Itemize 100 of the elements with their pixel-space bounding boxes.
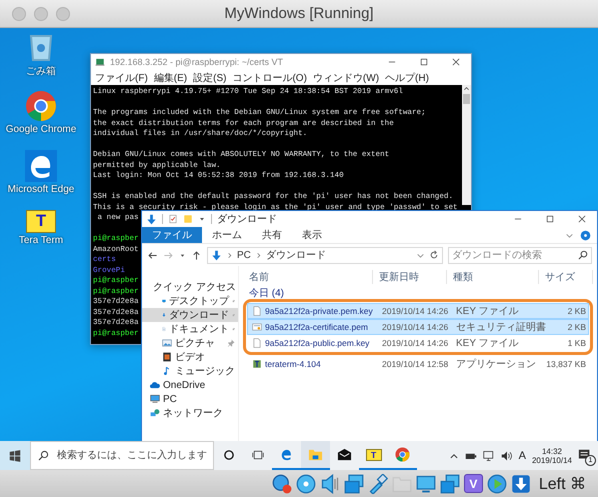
sidebar-item[interactable]: ドキュメント xyxy=(142,322,238,336)
search-field[interactable]: ダウンロードの検索 xyxy=(448,246,592,264)
browser-icon xyxy=(279,447,294,462)
sidebar-item[interactable]: OneDrive xyxy=(142,378,238,392)
close-icon[interactable] xyxy=(577,214,587,224)
folder-icon xyxy=(308,447,323,462)
chevron-icon xyxy=(254,252,262,258)
sidebar-item[interactable]: ビデオ xyxy=(142,350,238,364)
close-icon[interactable] xyxy=(451,57,461,67)
ribbon-tab[interactable]: ファイル xyxy=(142,227,202,243)
scroll-up-icon[interactable] xyxy=(463,85,470,92)
breadcrumb[interactable]: ダウンロード xyxy=(266,248,326,262)
application-icon xyxy=(252,359,262,369)
ribbon-tab[interactable]: ホーム xyxy=(202,227,252,243)
music-note-icon xyxy=(162,366,172,376)
sidebar-item[interactable]: ダウンロード xyxy=(142,308,238,322)
window-title: 192.168.3.252 - pi@raspberrypi: ~/certs VT xyxy=(110,57,283,67)
clock[interactable]: 14:32 2019/10/14 xyxy=(532,446,572,464)
ribbon-tab[interactable]: 共有 xyxy=(252,227,292,243)
sidebar-item[interactable]: デスクトップ xyxy=(142,294,238,308)
help-icon[interactable] xyxy=(580,230,591,240)
caret-icon[interactable] xyxy=(179,252,186,258)
refresh-icon[interactable] xyxy=(429,250,439,260)
menu-item[interactable]: ウィンドウ(W) xyxy=(312,70,380,84)
computer-icon xyxy=(150,394,160,404)
maximize-icon[interactable] xyxy=(545,214,555,224)
terminal-app-icon: T xyxy=(366,448,382,460)
menu-item[interactable]: ファイル(F) xyxy=(95,70,148,84)
disc-icon[interactable] xyxy=(296,474,316,494)
host-key-label: Left ⌘ xyxy=(538,474,586,494)
file-row[interactable]: 9a5a212f2a-public.pem.key 2019/10/14 14:26 KEY ファイル 1 KB xyxy=(247,335,589,351)
browser-icon[interactable] xyxy=(25,90,57,122)
cloud-icon xyxy=(150,380,160,390)
browser-icon xyxy=(395,447,410,462)
checklist-icon[interactable] xyxy=(168,214,178,224)
type-cell-text: アプリケーション xyxy=(455,358,537,371)
sidebar-item[interactable]: ピクチャ xyxy=(142,336,238,350)
browser-icon[interactable] xyxy=(25,150,57,182)
search-icon xyxy=(578,250,588,260)
download-arrow-icon xyxy=(211,250,222,260)
size-cell-text: 2 KB xyxy=(566,322,587,332)
display-icon[interactable] xyxy=(416,474,436,494)
group-header[interactable]: 今日 (4) xyxy=(243,286,593,299)
file-row[interactable]: teraterm-4.104 2019/10/14 12:58 アプリケーション 13,837 KB xyxy=(247,356,589,372)
column-header[interactable]: 名前 xyxy=(243,270,373,284)
search-icon xyxy=(38,450,49,461)
certificate-icon xyxy=(252,322,262,332)
clock-time: 14:32 xyxy=(542,446,562,456)
back-arrow-icon[interactable] xyxy=(147,250,158,260)
type-cell-text: KEY ファイル xyxy=(455,337,520,350)
ime-indicator[interactable]: A xyxy=(518,450,526,462)
desktop-icon-label: ごみ箱 xyxy=(26,65,56,78)
circle-icon xyxy=(222,448,234,460)
taskbar-search-field[interactable]: 検索するには、ここに入力します xyxy=(30,441,214,470)
download-icon[interactable] xyxy=(510,474,531,494)
volume-icon[interactable] xyxy=(500,450,513,462)
envelope-icon xyxy=(337,447,352,462)
sidebar-item[interactable]: クイック アクセス xyxy=(142,280,238,294)
sidebar-item[interactable]: ネットワーク xyxy=(142,406,238,420)
film-icon xyxy=(162,352,172,362)
terminal-app-icon[interactable]: T xyxy=(26,210,56,232)
menu-item[interactable]: コントロール(O) xyxy=(232,70,307,84)
up-arrow-icon[interactable] xyxy=(191,250,202,260)
size-cell-text: 1 KB xyxy=(566,338,587,348)
date-cell-text: 2019/10/14 14:26 xyxy=(381,338,450,348)
column-header[interactable]: 種類 xyxy=(447,270,539,284)
usb-icon[interactable] xyxy=(368,474,388,494)
date-cell-text: 2019/10/14 12:58 xyxy=(381,359,450,369)
window-title: MyWindows [Running] xyxy=(223,5,375,22)
sidebar-item[interactable]: ミュージック xyxy=(142,364,238,378)
file-row[interactable]: 9a5a212f2a-certificate.pem 2019/10/14 14:26 セキュリティ証明書 2 KB xyxy=(247,319,589,335)
file-icon xyxy=(252,338,262,348)
app-icon xyxy=(95,57,105,67)
sidebar-item[interactable]: PC xyxy=(142,392,238,406)
caret-icon[interactable] xyxy=(198,215,206,223)
remote-display-icon[interactable]: V xyxy=(464,474,483,493)
desktop-icon-label: Tera Term xyxy=(18,234,64,246)
desktop-icon-label: Google Chrome xyxy=(6,124,76,135)
file-icon xyxy=(252,306,262,316)
column-header[interactable]: サイズ xyxy=(539,270,593,284)
maximize-icon[interactable] xyxy=(419,57,429,67)
start-button[interactable] xyxy=(0,441,30,470)
ribbon-tab[interactable]: 表示 xyxy=(292,227,332,243)
size-cell-text: 2 KB xyxy=(566,306,587,316)
download-arrow-icon[interactable] xyxy=(146,214,157,224)
breadcrumb[interactable]: PC xyxy=(237,250,251,260)
disk-icon[interactable] xyxy=(272,474,292,494)
notification-icon[interactable] xyxy=(578,448,592,462)
type-cell-text: セキュリティ証明書 xyxy=(455,320,544,334)
task-view-icon xyxy=(252,448,264,460)
column-header[interactable]: 更新日時 xyxy=(373,270,447,284)
desktop-icon-label: Microsoft Edge xyxy=(8,184,74,195)
scrollbar-thumb[interactable] xyxy=(463,94,470,104)
menu-item[interactable]: 設定(S) xyxy=(193,70,226,84)
picture-icon xyxy=(162,338,172,348)
address-bar[interactable]: PC ダウンロード xyxy=(207,246,443,264)
menu-item[interactable]: 編集(E) xyxy=(154,70,188,84)
speaker-icon[interactable] xyxy=(320,474,340,494)
file-row[interactable]: 9a5a212f2a-private.pem.key 2019/10/14 14:26 KEY ファイル 2 KB xyxy=(247,303,589,319)
menu-item[interactable]: ヘルプ(H) xyxy=(385,70,429,84)
